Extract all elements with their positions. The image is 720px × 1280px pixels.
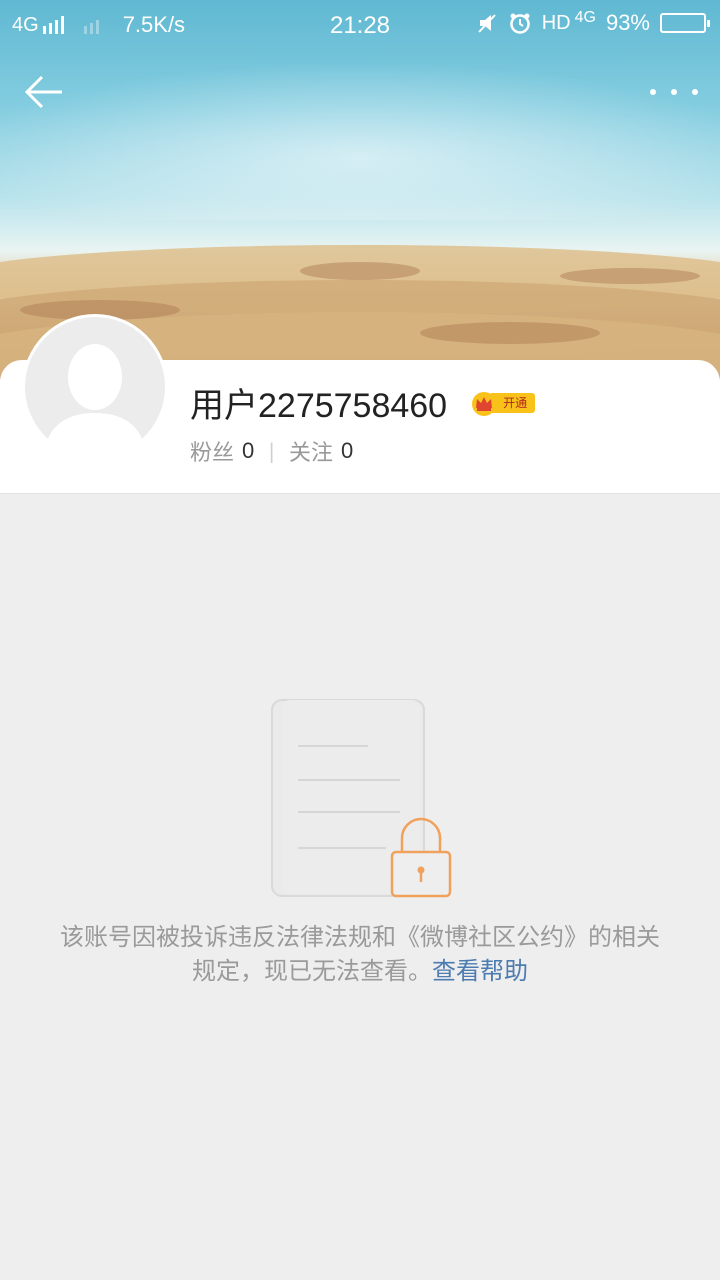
mute-icon [477,14,496,33]
network-type-right: 4G [574,9,596,26]
hd-label: HD [541,11,571,34]
back-button[interactable] [22,70,72,114]
status-bar: 4G 7.5K/s 21:28 HD 4G 93% [0,0,720,50]
account-blocked-notice: 该账号因被投诉违反法律法规和《微博社区公约》的相关规定，现已无法查看。查看帮助 [60,920,660,988]
alarm-icon [509,13,530,34]
stats-separator: | [268,439,276,463]
following-count: 0 [341,438,354,463]
notice-text: 该账号因被投诉违反法律法规和《微博社区公约》的相关规定，现已无法查看。 [60,923,660,985]
battery-icon [660,13,710,33]
default-avatar-icon [43,344,147,457]
vip-open-badge[interactable]: 开通 [469,389,536,417]
back-arrow-icon [24,75,62,109]
locked-document-icon [271,699,452,898]
followers-count: 0 [242,438,255,463]
profile-stats: 粉丝 0 | 关注 0 [190,435,353,467]
following-link[interactable]: 关注 0 [289,435,353,467]
more-dots-icon [650,89,656,95]
username: 用户2275758460 [190,387,448,425]
followers-label: 粉丝 [190,441,235,466]
followers-link[interactable]: 粉丝 0 [190,435,254,467]
crown-icon [472,391,497,416]
battery-percent: 93% [605,10,650,35]
more-button[interactable] [650,78,698,106]
avatar[interactable] [22,314,168,460]
following-label: 关注 [289,441,334,466]
view-help-link[interactable]: 查看帮助 [432,957,528,985]
